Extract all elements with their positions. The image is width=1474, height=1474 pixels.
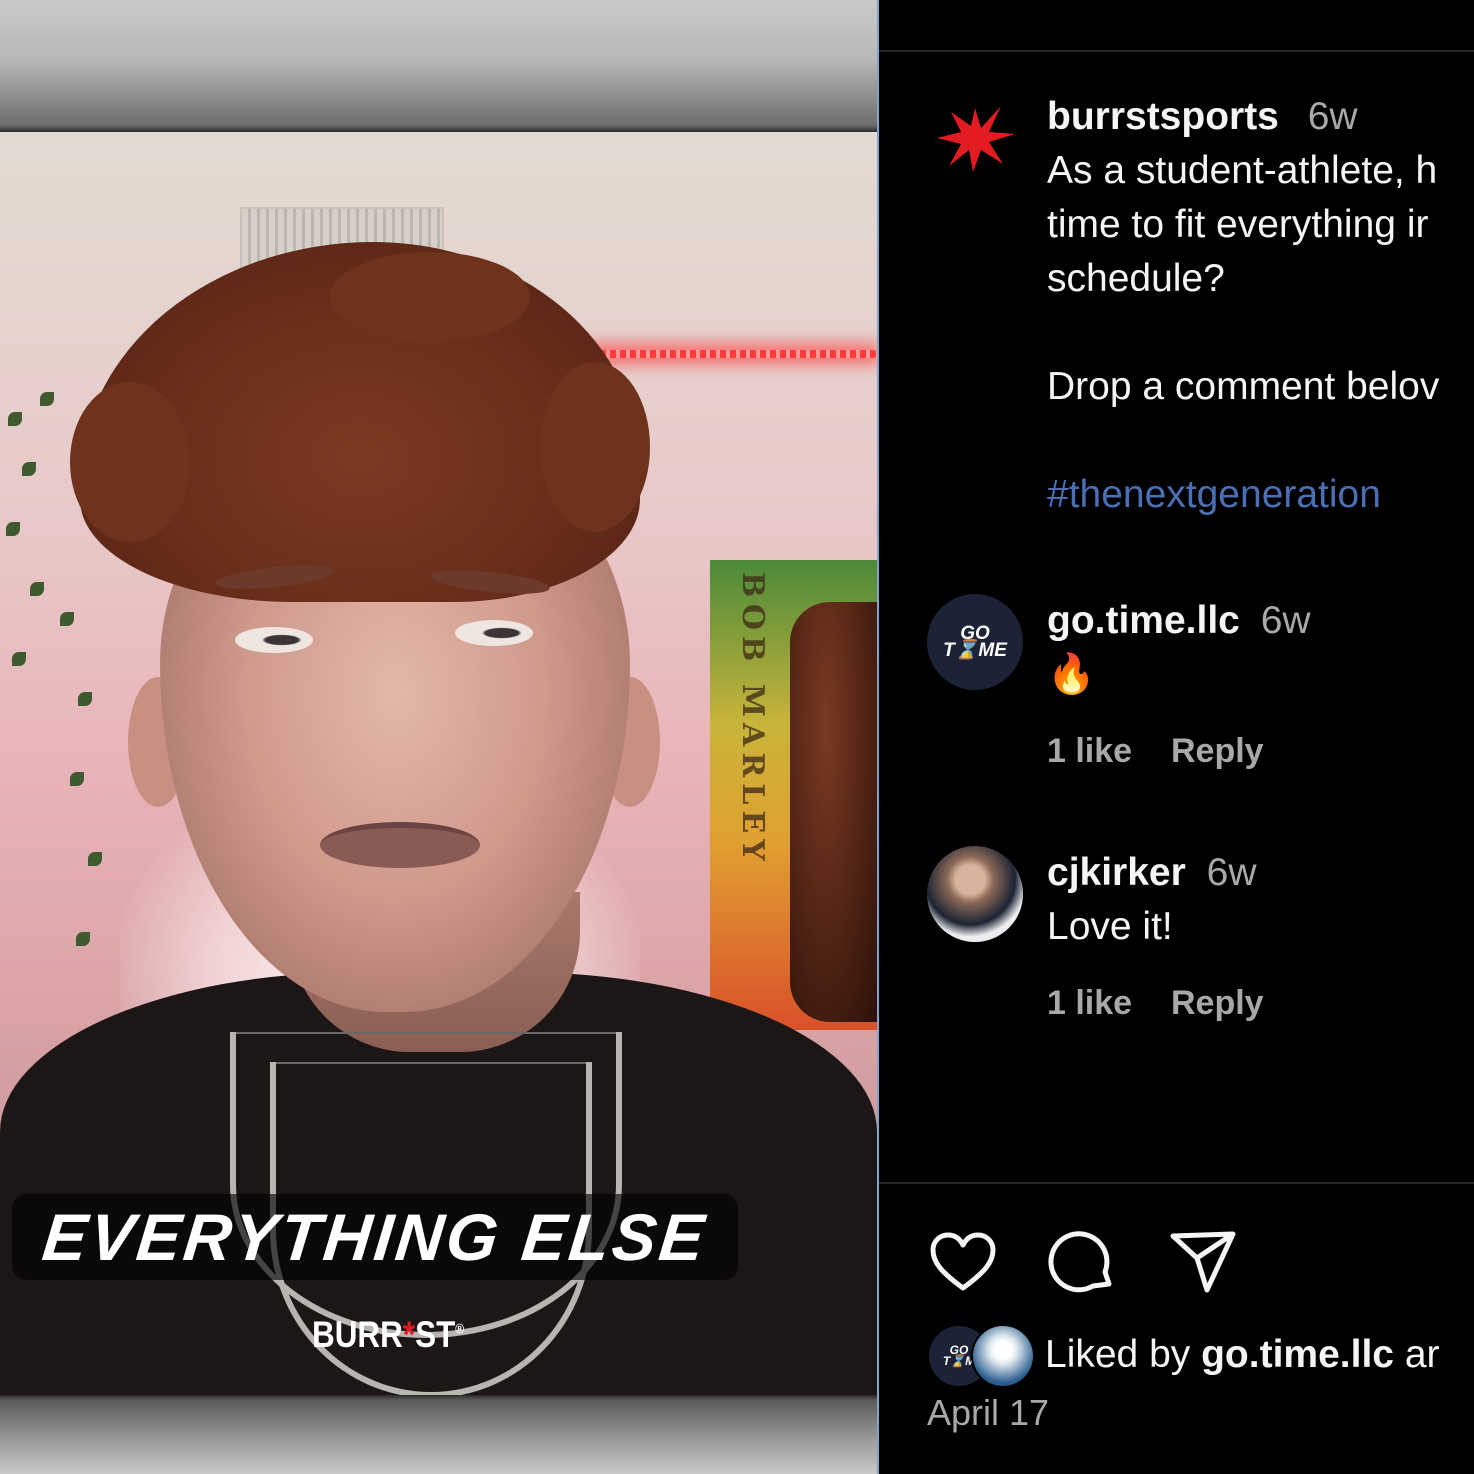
video-caption-bar: EVERYTHING ELSE — [12, 1194, 738, 1280]
author-avatar[interactable] — [927, 90, 1023, 186]
comment-reply-button[interactable]: Reply — [1171, 732, 1264, 771]
watermark-trademark: ® — [455, 1320, 465, 1337]
watermark-mark: * — [402, 1314, 416, 1355]
comment-time: 6w — [1260, 599, 1311, 642]
comment-text: 🔥 — [1047, 653, 1096, 696]
liked-by-text: Liked by go.time.llc ar — [1045, 1328, 1440, 1382]
comment-text: Love it! — [1047, 905, 1173, 948]
led-strip — [580, 350, 877, 358]
hair-tuft — [540, 362, 650, 532]
plant-leaf — [78, 692, 92, 706]
comment-bubble-icon[interactable] — [1047, 1226, 1119, 1298]
post-header: burrstsports 6w — [1047, 90, 1358, 144]
liked-by-suffix: ar — [1393, 1333, 1440, 1376]
person-mouth — [320, 822, 480, 868]
eye-left — [235, 627, 313, 653]
plant-leaf — [70, 772, 84, 786]
plant-leaf — [60, 612, 74, 626]
red-spark-icon — [937, 106, 1015, 172]
plant-leaf — [76, 932, 90, 946]
caption-line: As a student-athlete, h — [1047, 149, 1438, 192]
comment-username[interactable]: go.time.llc — [1047, 599, 1240, 642]
plant-leaf — [8, 412, 22, 426]
commenter-avatar-cjkirker[interactable] — [927, 846, 1023, 942]
caption-line: schedule? — [1047, 257, 1225, 300]
comment-header: cjkirker 6w — [1047, 846, 1257, 900]
plant-leaf — [6, 522, 20, 536]
plant-leaf — [40, 392, 54, 406]
video-caption-text: EVERYTHING ELSE — [39, 1200, 711, 1274]
post-time: 6w — [1307, 95, 1358, 138]
hair-tuft — [330, 252, 530, 342]
comment-username[interactable]: cjkirker — [1047, 851, 1186, 894]
poster-figure — [790, 602, 877, 1022]
watermark-suffix: ST — [415, 1314, 456, 1355]
comment-likes[interactable]: 1 like — [1047, 732, 1132, 771]
plant-leaf — [22, 462, 36, 476]
plant-leaf — [88, 852, 102, 866]
hashtag-link[interactable]: #thenextgeneration — [1047, 468, 1381, 522]
comment-likes[interactable]: 1 like — [1047, 984, 1132, 1023]
commenter-avatar-go-time[interactable]: GO T⌛ME — [927, 594, 1023, 690]
post-date[interactable]: April 17 — [927, 1386, 1049, 1440]
go-time-logo-icon: GO T⌛ME — [943, 623, 1007, 661]
comment-reply-button[interactable]: Reply — [1171, 984, 1264, 1023]
liked-by-prefix: Liked by — [1045, 1333, 1191, 1376]
actions-divider — [879, 1182, 1474, 1184]
paper-plane-icon[interactable] — [1167, 1226, 1239, 1298]
eye-right — [455, 620, 533, 646]
watermark-prefix: BURR — [312, 1314, 403, 1355]
caption-line: Drop a comment belov — [1047, 365, 1440, 408]
post-video[interactable]: BOB MARLEY EVERYTHING ELSE BURR*ST® — [0, 0, 877, 1474]
plant-leaf — [12, 652, 26, 666]
comments-panel: burrstsports 6w As a student-athlete, h … — [879, 0, 1474, 1474]
plant-leaf — [30, 582, 44, 596]
hair-tuft — [70, 382, 190, 542]
liker-avatar-second[interactable] — [971, 1324, 1035, 1388]
poster-text: BOB MARLEY — [735, 572, 770, 867]
header-divider — [879, 50, 1474, 52]
liked-by-user[interactable]: go.time.llc — [1201, 1333, 1394, 1376]
caption-line: time to fit everything ir — [1047, 203, 1429, 246]
author-username[interactable]: burrstsports — [1047, 95, 1279, 138]
comment-header: go.time.llc 6w — [1047, 594, 1311, 648]
brand-watermark: BURR*ST® — [312, 1314, 464, 1356]
heart-icon[interactable] — [927, 1226, 999, 1298]
comment-time: 6w — [1206, 851, 1257, 894]
video-frame[interactable]: BOB MARLEY EVERYTHING ELSE BURR*ST® — [0, 132, 877, 1395]
